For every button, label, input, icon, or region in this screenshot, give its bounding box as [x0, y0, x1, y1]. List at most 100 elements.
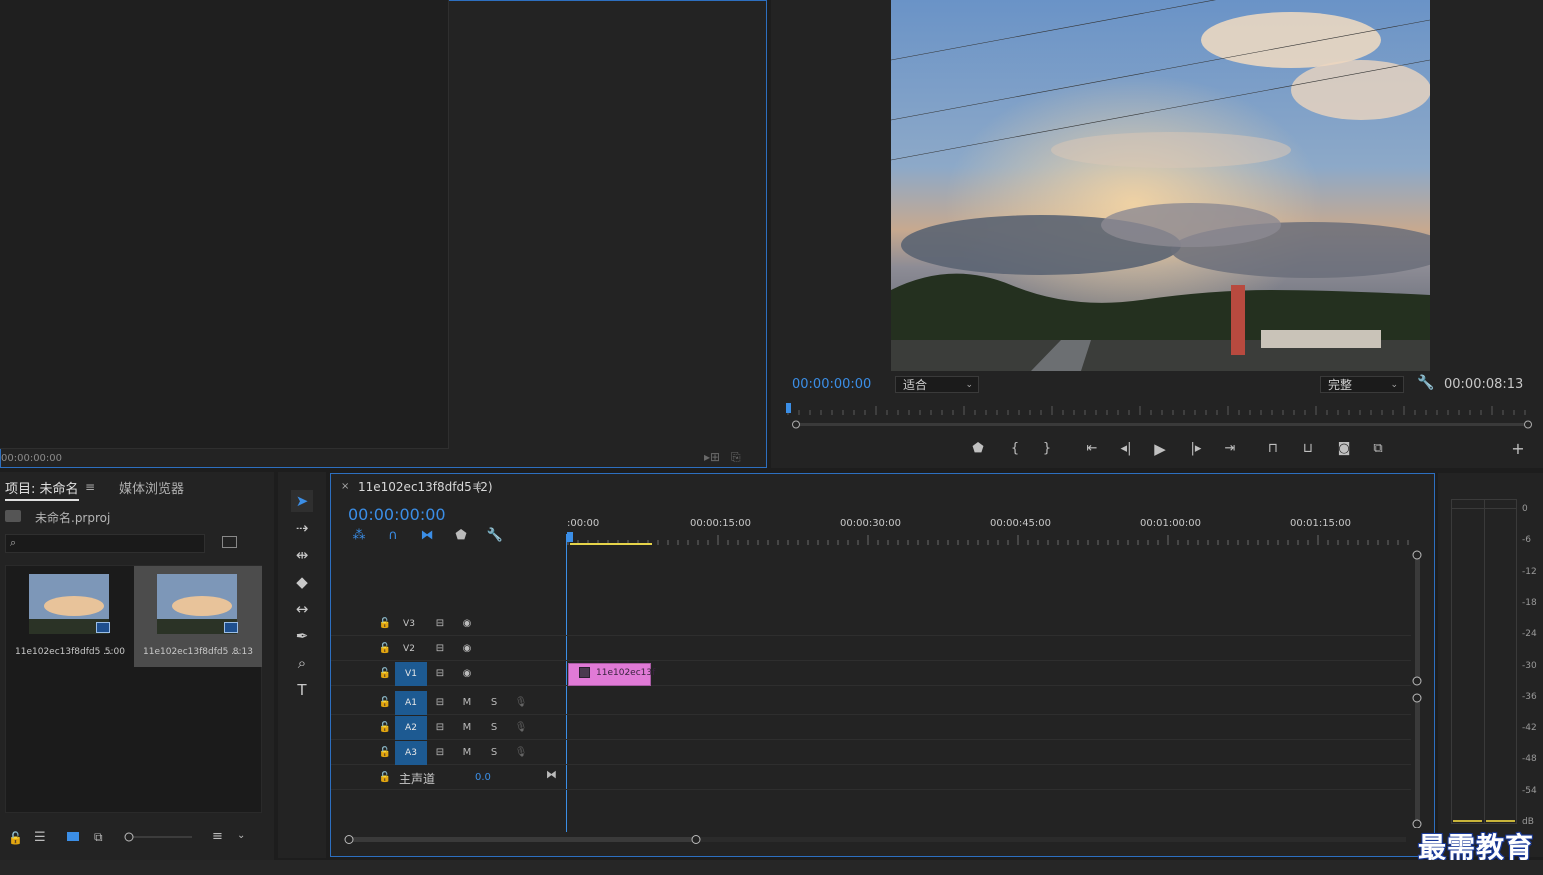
track-label-v1[interactable]: V1 [395, 662, 427, 686]
program-current-timecode[interactable]: 00:00:00:00 [792, 377, 871, 392]
step-forward-icon[interactable]: |▸ [1186, 440, 1206, 458]
solo-button[interactable]: S [487, 716, 501, 740]
timeline-time-ruler[interactable] [567, 534, 1412, 546]
microphone-icon[interactable]: 🎙 [514, 741, 528, 765]
wrench-settings-icon[interactable]: 🔧 [1417, 375, 1434, 391]
track-label-a2[interactable]: A2 [395, 716, 427, 740]
program-video-frame[interactable] [891, 0, 1430, 371]
microphone-icon[interactable]: 🎙 [514, 691, 528, 715]
sync-lock-icon[interactable]: ⊟ [433, 662, 447, 686]
timeline-vertical-scrollbar[interactable] [1412, 548, 1422, 828]
sync-lock-icon[interactable]: ⊟ [433, 612, 447, 636]
sync-lock-icon[interactable]: ⊟ [433, 716, 447, 740]
add-button-icon[interactable]: + [1508, 440, 1528, 458]
timeline-timecode[interactable]: 00:00:00:00 [348, 505, 446, 524]
timeline-video-clip[interactable]: 11e102ec13f [568, 663, 655, 686]
program-zoom-scrollbar[interactable] [792, 420, 1532, 429]
mark-in-icon[interactable]: { [1005, 440, 1025, 458]
solo-button[interactable]: S [487, 741, 501, 765]
comparison-view-icon[interactable]: ⧉ [1368, 440, 1388, 458]
source-monitor-viewer[interactable] [0, 0, 449, 449]
pen-tool-icon[interactable]: ✒ [291, 625, 313, 647]
export-frame-camera-icon[interactable]: ◙ [1334, 440, 1354, 458]
microphone-icon[interactable]: 🎙 [514, 716, 528, 740]
track-select-tool-icon[interactable]: ⇢ [291, 517, 313, 539]
master-volume-value[interactable]: 0.0 [475, 772, 491, 783]
track-a3[interactable]: 🔓 A3 ⊟ M S 🎙 [331, 741, 1411, 765]
close-icon[interactable]: × [341, 481, 349, 492]
track-v2[interactable]: 🔓 V2 ⊟ ◉ [331, 637, 1411, 661]
lock-icon[interactable]: 🔓 [8, 831, 23, 845]
go-to-end-icon[interactable]: ⧓ [546, 768, 557, 781]
play-icon[interactable]: ▶ [1150, 440, 1170, 458]
extract-icon[interactable]: ⊔ [1298, 440, 1318, 458]
type-tool-icon[interactable]: T [291, 679, 313, 701]
chevron-down-icon[interactable]: ⌄ [237, 830, 245, 841]
mute-button[interactable]: M [460, 691, 474, 715]
razor-tool-icon[interactable]: ◆ [291, 571, 313, 593]
tab-media-browser[interactable]: 媒体浏览器 [119, 478, 184, 497]
freeform-view-icon[interactable]: ⧉ [94, 830, 103, 845]
lock-icon[interactable]: 🔓 [378, 741, 392, 765]
solo-button[interactable]: S [487, 691, 501, 715]
eye-icon[interactable]: ◉ [460, 612, 474, 636]
project-search-input[interactable]: ⌕ [5, 534, 205, 553]
go-to-in-icon[interactable]: ⇤ [1082, 440, 1102, 458]
sync-lock-icon[interactable]: ⊟ [433, 637, 447, 661]
ripple-edit-tool-icon[interactable]: ⇹ [291, 544, 313, 566]
program-time-ruler[interactable] [786, 403, 1536, 417]
timeline-horizontal-scrollbar[interactable] [343, 834, 1408, 844]
go-to-out-icon[interactable]: ⇥ [1220, 440, 1240, 458]
zoom-level-dropdown[interactable]: 适合 ⌄ [895, 376, 979, 393]
lift-icon[interactable]: ⊓ [1263, 440, 1283, 458]
sort-icon[interactable]: ≡ [212, 829, 223, 844]
icon-view-icon[interactable] [67, 832, 79, 841]
linked-selection-icon[interactable]: ⧓ [418, 528, 436, 543]
tab-project[interactable]: 项目: 未命名 [5, 478, 79, 501]
lock-icon[interactable]: 🔓 [378, 612, 392, 636]
zoom-tool-icon[interactable]: ⌕ [291, 652, 313, 674]
lock-icon[interactable]: 🔓 [378, 637, 392, 661]
slip-tool-icon[interactable]: ↔ [291, 598, 313, 620]
eye-icon[interactable]: ◉ [460, 637, 474, 661]
track-label-v2[interactable]: V2 [393, 637, 425, 661]
zoom-slider[interactable] [124, 832, 194, 842]
track-v1[interactable]: 🔓 V1 ⊟ ◉ [331, 662, 1411, 686]
project-item-card-selected[interactable]: 11e102ec13f8dfd5 ... 8:13 [134, 566, 262, 667]
program-playhead[interactable] [786, 403, 791, 413]
mark-out-icon[interactable]: } [1037, 440, 1057, 458]
wrench-settings-icon[interactable]: 🔧 [486, 528, 504, 543]
playback-quality-dropdown[interactable]: 完整 ⌄ [1320, 376, 1404, 393]
sync-lock-icon[interactable]: ⊟ [433, 691, 447, 715]
sync-lock-icon[interactable]: ⊟ [433, 741, 447, 765]
lock-icon[interactable]: 🔓 [378, 691, 392, 715]
work-area-bar[interactable] [570, 543, 652, 545]
track-a1[interactable]: 🔓 A1 ⊟ M S 🎙 [331, 691, 1411, 715]
add-marker-icon[interactable]: ⬟ [968, 440, 988, 458]
lock-icon[interactable]: 🔓 [378, 766, 392, 790]
step-back-icon[interactable]: ◂| [1116, 440, 1136, 458]
panel-menu-icon[interactable]: ≡ [472, 479, 482, 493]
panel-menu-icon[interactable]: ≡ [85, 480, 95, 494]
timeline-playhead[interactable] [567, 532, 573, 542]
project-item-card[interactable]: 11e102ec13f8dfd5 ... 5:00 [6, 566, 134, 667]
nest-sequence-icon[interactable]: ⁂ [350, 528, 368, 543]
track-master[interactable]: 🔓 主声道 0.0 ⧓ [331, 766, 1411, 790]
eye-icon[interactable]: ◉ [460, 662, 474, 686]
find-icon[interactable] [222, 536, 237, 548]
track-v3[interactable]: 🔓 V3 ⊟ ◉ [331, 612, 1411, 636]
lock-icon[interactable]: 🔓 [378, 662, 392, 686]
track-label-a3[interactable]: A3 [395, 741, 427, 765]
snap-magnet-icon[interactable]: ∩ [384, 528, 402, 543]
list-view-icon[interactable]: ☰ [34, 830, 46, 845]
track-a2[interactable]: 🔓 A2 ⊟ M S 🎙 [331, 716, 1411, 740]
track-label-v3[interactable]: V3 [393, 612, 425, 636]
mute-button[interactable]: M [460, 716, 474, 740]
selection-tool-icon[interactable]: ➤ [291, 490, 313, 512]
track-label-a1[interactable]: A1 [395, 691, 427, 715]
insert-icon[interactable]: ▸⊞ [704, 450, 720, 464]
lock-icon[interactable]: 🔓 [378, 716, 392, 740]
mute-button[interactable]: M [460, 741, 474, 765]
export-frame-icon[interactable]: ⎘ [731, 450, 747, 464]
add-marker-icon[interactable]: ⬟ [452, 528, 470, 543]
